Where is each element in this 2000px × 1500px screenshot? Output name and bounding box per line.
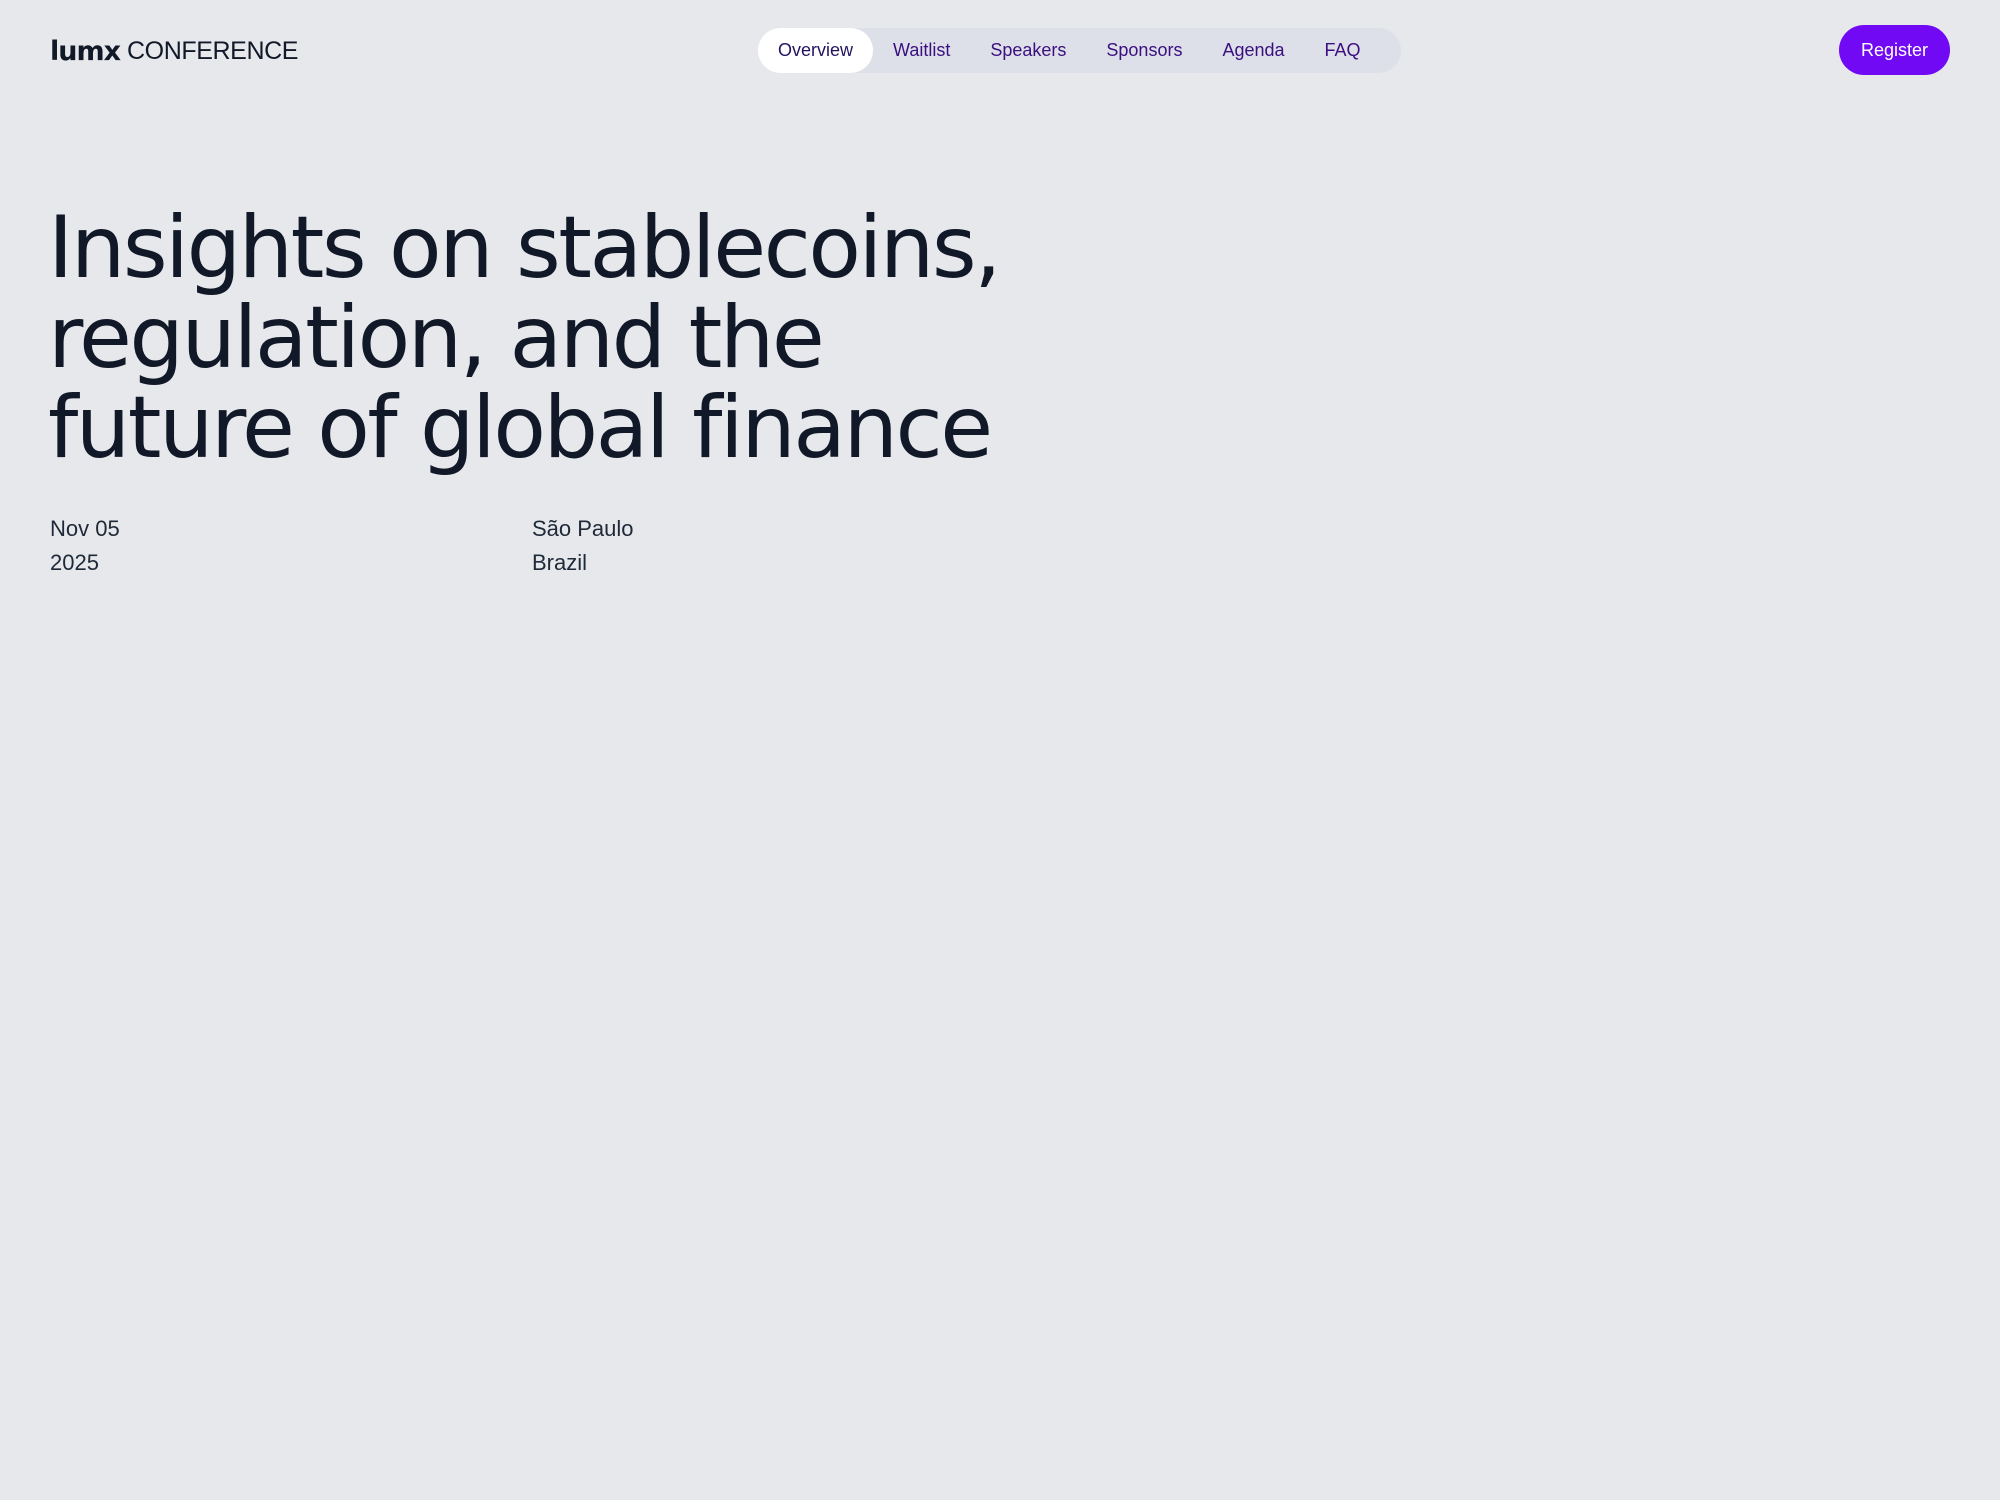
site-header: lumx CONFERENCE Overview Waitlist Speake… bbox=[0, 0, 2000, 100]
hero-title-line: Insights on stablecoins, bbox=[48, 198, 1002, 298]
main-nav: Overview Waitlist Speakers Sponsors Agen… bbox=[758, 28, 1401, 73]
event-date-year: 2025 bbox=[50, 550, 99, 575]
hero-title-line: future of global finance bbox=[48, 378, 993, 478]
hero-title-line: regulation, and the bbox=[48, 288, 825, 388]
nav-item-waitlist[interactable]: Waitlist bbox=[873, 28, 970, 73]
register-button[interactable]: Register bbox=[1839, 25, 1950, 75]
logo-mark: lumx bbox=[50, 35, 121, 67]
nav-item-faq[interactable]: FAQ bbox=[1305, 28, 1381, 73]
event-location: São Paulo Brazil bbox=[532, 512, 634, 580]
nav-item-sponsors[interactable]: Sponsors bbox=[1086, 28, 1202, 73]
hero-title: Insights on stablecoins, regulation, and… bbox=[48, 203, 1148, 473]
nav-item-speakers[interactable]: Speakers bbox=[970, 28, 1086, 73]
logo-wordmark: CONFERENCE bbox=[127, 36, 299, 65]
nav-item-overview[interactable]: Overview bbox=[758, 28, 874, 73]
event-location-country: Brazil bbox=[532, 550, 588, 575]
nav-item-agenda[interactable]: Agenda bbox=[1202, 28, 1304, 73]
logo[interactable]: lumx CONFERENCE bbox=[50, 34, 298, 68]
event-date: Nov 05 2025 bbox=[50, 512, 120, 580]
event-location-city: São Paulo bbox=[532, 516, 634, 541]
event-date-day: Nov 05 bbox=[50, 516, 120, 541]
